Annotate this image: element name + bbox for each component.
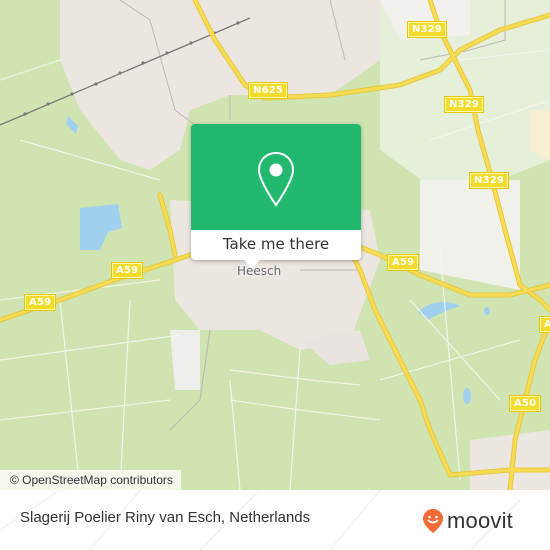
road-shield-n329: N329 <box>408 22 447 37</box>
popup-header[interactable] <box>191 124 361 230</box>
moovit-wordmark: moovit <box>447 508 513 533</box>
place-name: Slagerij Poelier Riny van Esch, Netherla… <box>20 509 311 526</box>
map[interactable]: N329 N625 N329 N329 A59 A59 A59 A A50 He… <box>0 0 550 490</box>
popup-tail <box>244 260 260 268</box>
road-shield-a59: A59 <box>25 295 56 310</box>
map-attribution[interactable]: © OpenStreetMap contributors <box>0 470 181 490</box>
road-shield-n329: N329 <box>470 173 509 188</box>
road-shield-a59: A59 <box>388 255 419 270</box>
take-me-there-button[interactable]: Take me there <box>191 230 361 260</box>
road-shield-n625: N625 <box>249 83 288 98</box>
road-shield-a50: A50 <box>510 396 541 411</box>
moovit-logo[interactable]: moovit <box>422 508 513 534</box>
road-shield-a59: A59 <box>112 263 143 278</box>
road-shield-n329: N329 <box>445 97 484 112</box>
map-pin-icon <box>257 151 295 207</box>
moovit-smiley-pin-icon <box>423 509 443 533</box>
road-shield-a50: A <box>540 317 550 332</box>
location-popup[interactable]: Take me there <box>191 124 361 268</box>
